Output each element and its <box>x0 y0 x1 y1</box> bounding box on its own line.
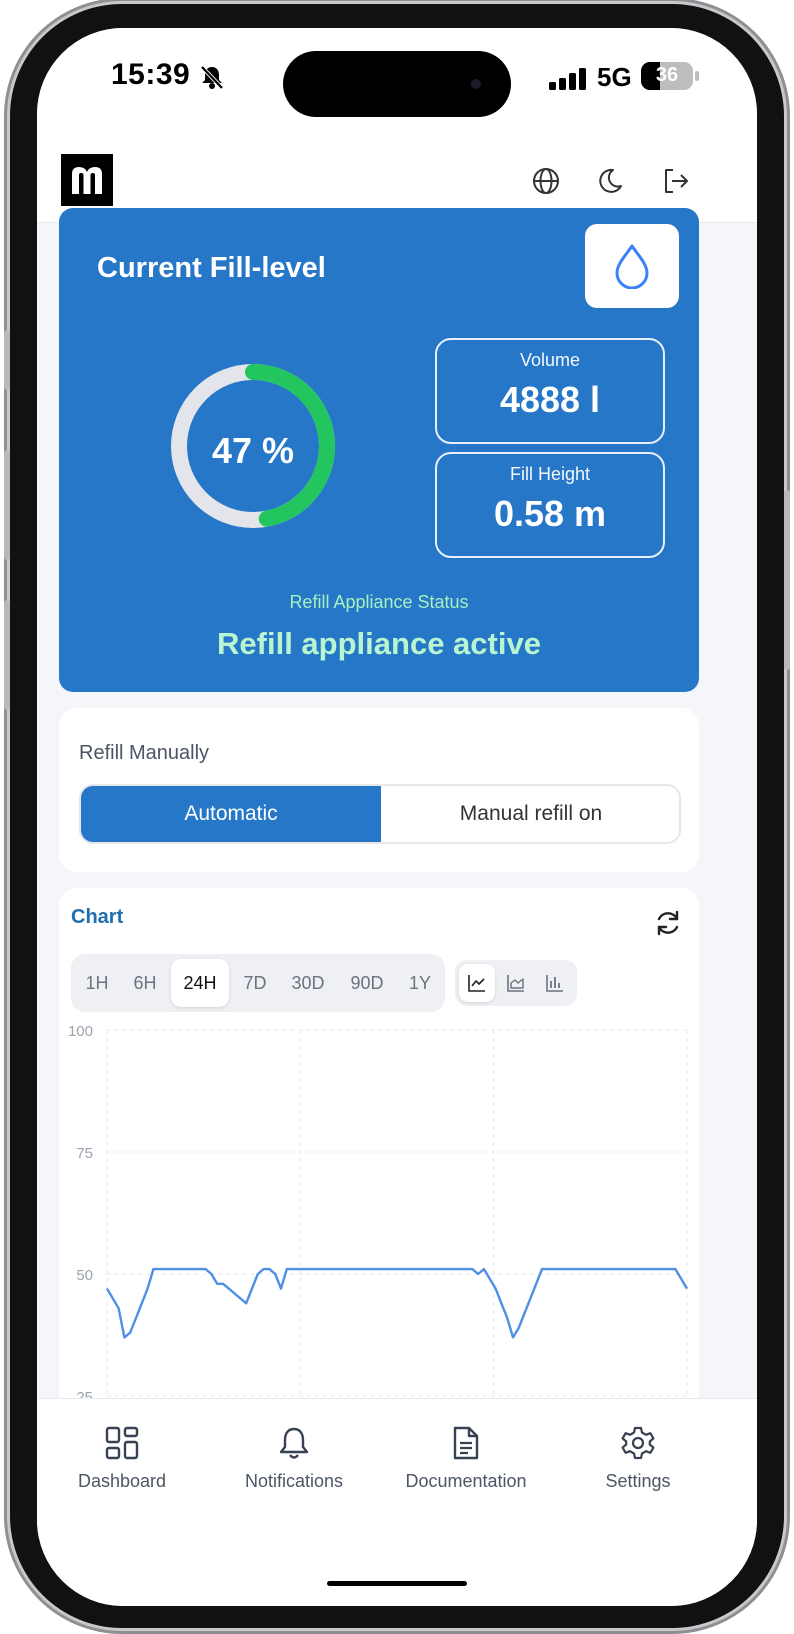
tab-documentation[interactable]: Documentation <box>381 1425 551 1492</box>
status-time: 15:39 <box>111 58 191 91</box>
line-chart-button[interactable] <box>459 964 495 1002</box>
fill-height-label: Fill Height <box>509 464 591 484</box>
tab-notifications[interactable]: Notifications <box>209 1425 379 1492</box>
bell-off-icon <box>200 65 224 90</box>
range-90d[interactable]: 90D <box>339 959 395 1007</box>
line-chart-icon <box>468 975 485 992</box>
series-line <box>105 1267 689 1339</box>
fill-height-box: Fill Height 0.58 m <box>435 452 665 558</box>
water-drop-icon <box>615 244 649 289</box>
volume-up-button <box>4 450 10 560</box>
y-tick-label: 50 <box>76 1267 93 1284</box>
refill-status-value: Refill appliance active <box>217 626 541 661</box>
signal-icon <box>549 68 586 90</box>
document-icon <box>453 1426 479 1460</box>
logo-m-icon <box>72 167 102 194</box>
status-bar: 15:39 5G 36 <box>37 28 757 126</box>
refill-manually-title: Refill Manually <box>79 742 210 764</box>
tab-documentation-label: Documentation <box>405 1471 527 1491</box>
fill-level-title: Current Fill-level <box>97 252 326 284</box>
range-24h[interactable]: 24H <box>171 959 229 1007</box>
area-chart-icon <box>507 975 524 992</box>
power-button <box>784 490 790 670</box>
time-range-selector: 1H 6H 24H 7D 30D 90D 1Y <box>71 954 445 1012</box>
area-chart-button[interactable] <box>498 964 534 1002</box>
range-7d[interactable]: 7D <box>233 959 277 1007</box>
mute-switch <box>4 330 10 390</box>
tab-settings-label: Settings <box>605 1471 671 1491</box>
battery-percent: 36 <box>655 64 679 86</box>
tab-dashboard-label: Dashboard <box>77 1471 167 1491</box>
automatic-option[interactable]: Automatic <box>81 786 381 842</box>
refill-status-label: Refill Appliance Status <box>289 592 469 612</box>
app-screen: 15:39 5G 36 Current Fill-level 47 % Volu… <box>37 28 757 1606</box>
fill-level-chart: 100755025 <box>68 1023 689 1406</box>
water-drop-button[interactable] <box>585 224 679 308</box>
tab-dashboard[interactable]: Dashboard <box>37 1425 207 1492</box>
app-logo[interactable] <box>61 154 113 206</box>
y-tick-label: 75 <box>76 1145 93 1162</box>
manual-refill-option[interactable]: Manual refill on <box>381 786 679 842</box>
refill-mode-toggle: Automatic Manual refill on <box>79 784 681 844</box>
battery-icon: 36 <box>641 62 693 90</box>
range-1h[interactable]: 1H <box>75 959 119 1007</box>
chart-type-selector <box>455 960 577 1006</box>
range-30d[interactable]: 30D <box>281 959 335 1007</box>
logout-icon[interactable] <box>661 166 691 196</box>
chart-card: Chart 1H 6H 24H 7D 30D 90D 1Y 100 75 50 <box>59 888 699 1448</box>
dashboard-icon <box>105 1426 139 1460</box>
bar-chart-button[interactable] <box>537 964 573 1002</box>
dynamic-island <box>283 51 511 117</box>
volume-box: Volume 4888 l <box>435 338 665 444</box>
bar-chart-icon <box>546 975 563 992</box>
home-indicator <box>327 1581 467 1586</box>
bottom-tab-bar: Dashboard Notifications Documentation Se… <box>37 1398 757 1606</box>
volume-label: Volume <box>519 350 581 370</box>
volume-down-button <box>4 600 10 710</box>
network-type: 5G <box>597 62 632 92</box>
fill-level-card: Current Fill-level 47 % Volume 4888 l Fi… <box>59 208 699 692</box>
globe-icon[interactable] <box>531 166 561 196</box>
gear-icon <box>621 1426 655 1460</box>
bell-icon <box>279 1427 309 1459</box>
refill-manually-card: Refill Manually Automatic Manual refill … <box>59 708 699 872</box>
fill-height-value: 0.58 m <box>493 493 607 534</box>
tab-settings[interactable]: Settings <box>553 1425 723 1492</box>
moon-icon[interactable] <box>595 166 625 196</box>
fill-percent: 47 % <box>211 430 295 471</box>
chart-title: Chart <box>71 906 124 928</box>
range-1y[interactable]: 1Y <box>399 959 441 1007</box>
tab-notifications-label: Notifications <box>244 1471 344 1491</box>
volume-value: 4888 l <box>499 379 601 420</box>
y-tick-label: 100 <box>68 1023 93 1040</box>
range-6h[interactable]: 6H <box>123 959 167 1007</box>
refresh-icon[interactable] <box>653 908 683 938</box>
